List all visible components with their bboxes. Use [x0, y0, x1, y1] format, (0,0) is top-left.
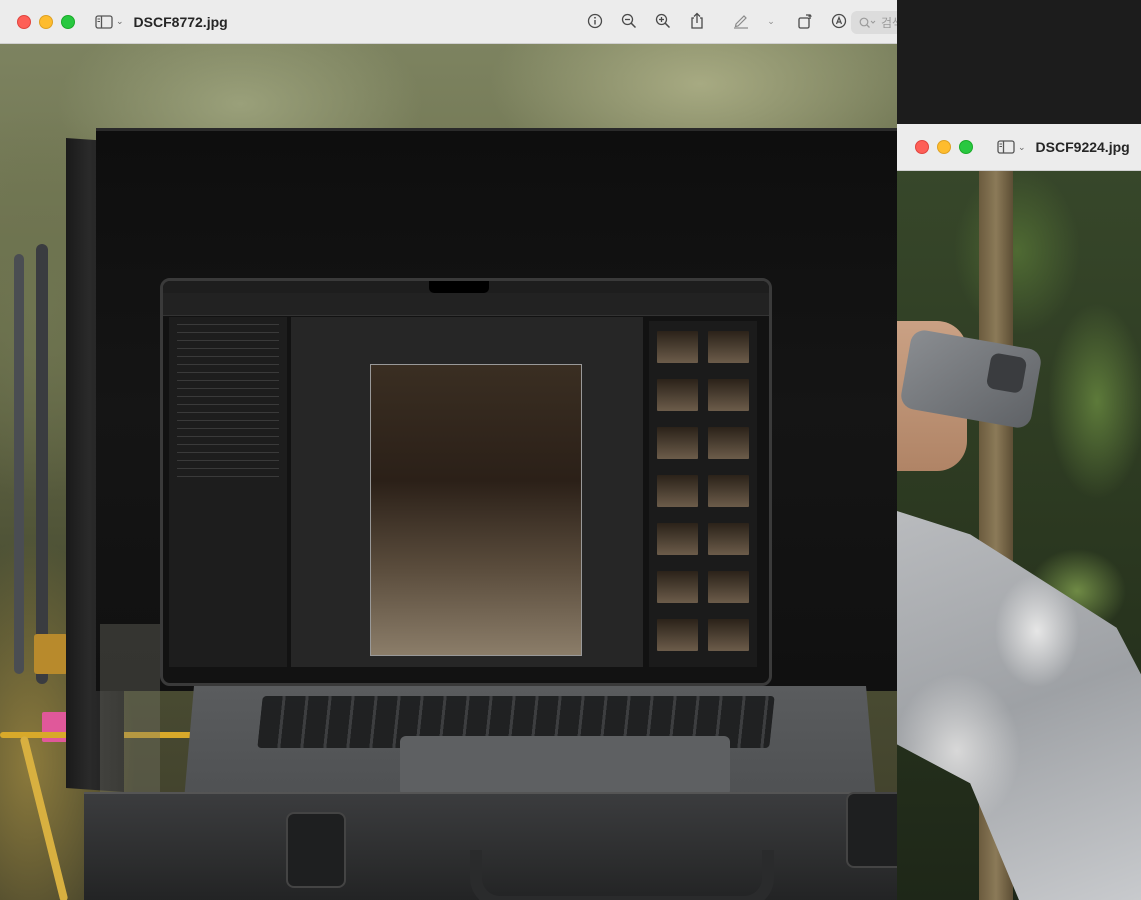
search-placeholder: 검색: [881, 16, 897, 30]
minimize-icon[interactable]: [937, 140, 951, 154]
markup-menu-button[interactable]: ⌄: [764, 10, 778, 32]
chevron-down-icon: ⌄: [1018, 141, 1026, 152]
back-window-titlebar[interactable]: ⌄ DSCF9224.jpg: [897, 124, 1141, 171]
sidebar-icon: [95, 14, 113, 29]
photo-yellow-cable: [19, 735, 69, 900]
annotate-icon: [831, 13, 847, 29]
photo-cable-connector: [34, 634, 68, 674]
close-icon[interactable]: [17, 14, 31, 29]
toolbar: ⌄: [584, 10, 862, 32]
chevron-down-icon: ⌄: [767, 15, 775, 26]
photo-laptop-tool-panel: [169, 317, 287, 667]
window-title: DSCF8772.jpg: [133, 13, 228, 30]
info-icon: [587, 13, 603, 29]
photo-laptop-displayed-portrait: [370, 364, 582, 656]
photo-cable: [36, 244, 48, 684]
photo-case-latch: [846, 792, 897, 868]
photo-laptop-thumbnail-strip: [649, 321, 757, 667]
back-window-photo: [897, 171, 1141, 900]
photo-laptop-trackpad: [400, 736, 730, 796]
back-window-title: DSCF9224.jpg: [1035, 139, 1130, 155]
photo-cable: [14, 254, 24, 674]
photo-puffer-jacket: [897, 511, 1141, 900]
minimize-icon[interactable]: [39, 14, 53, 29]
photo-laptop-toolbar: [163, 293, 769, 316]
photo-case-handle: [470, 850, 774, 900]
share-icon: [691, 12, 703, 29]
zoom-out-icon: [621, 13, 637, 29]
zoom-icon[interactable]: [61, 14, 75, 29]
front-window-titlebar[interactable]: ⌄ DSCF8772.jpg ⌄ 검: [0, 0, 897, 44]
front-window-photo: [0, 44, 897, 900]
zoom-icon[interactable]: [959, 140, 973, 154]
chevron-down-icon: ⌄: [116, 16, 124, 26]
markup-pen-icon: [734, 15, 748, 29]
zoom-in-icon: [655, 13, 671, 29]
annotate-button[interactable]: [828, 10, 850, 32]
zoom-in-button[interactable]: [652, 10, 674, 32]
info-button[interactable]: [584, 10, 606, 32]
photo-hood-edge: [100, 624, 160, 804]
share-button[interactable]: [686, 10, 708, 32]
back-preview-window[interactable]: ⌄ DSCF9224.jpg: [897, 124, 1141, 900]
back-sidebar-toggle-button[interactable]: ⌄: [997, 140, 1026, 154]
search-field[interactable]: 검색: [851, 11, 897, 34]
photo-laptop-notch: [429, 281, 489, 293]
rotate-icon: [798, 14, 812, 29]
back-window-traffic-lights: [915, 140, 973, 154]
markup-button[interactable]: [730, 10, 752, 32]
close-icon[interactable]: [915, 140, 929, 154]
photo-case-latch: [286, 812, 346, 888]
front-preview-window[interactable]: ⌄ DSCF8772.jpg ⌄ 검: [0, 0, 897, 900]
rotate-button[interactable]: [794, 10, 816, 32]
sidebar-icon: [997, 140, 1015, 154]
sidebar-toggle-button[interactable]: ⌄: [95, 14, 124, 29]
search-icon: [859, 17, 877, 29]
zoom-out-button[interactable]: [618, 10, 640, 32]
front-window-traffic-lights: [17, 14, 75, 29]
